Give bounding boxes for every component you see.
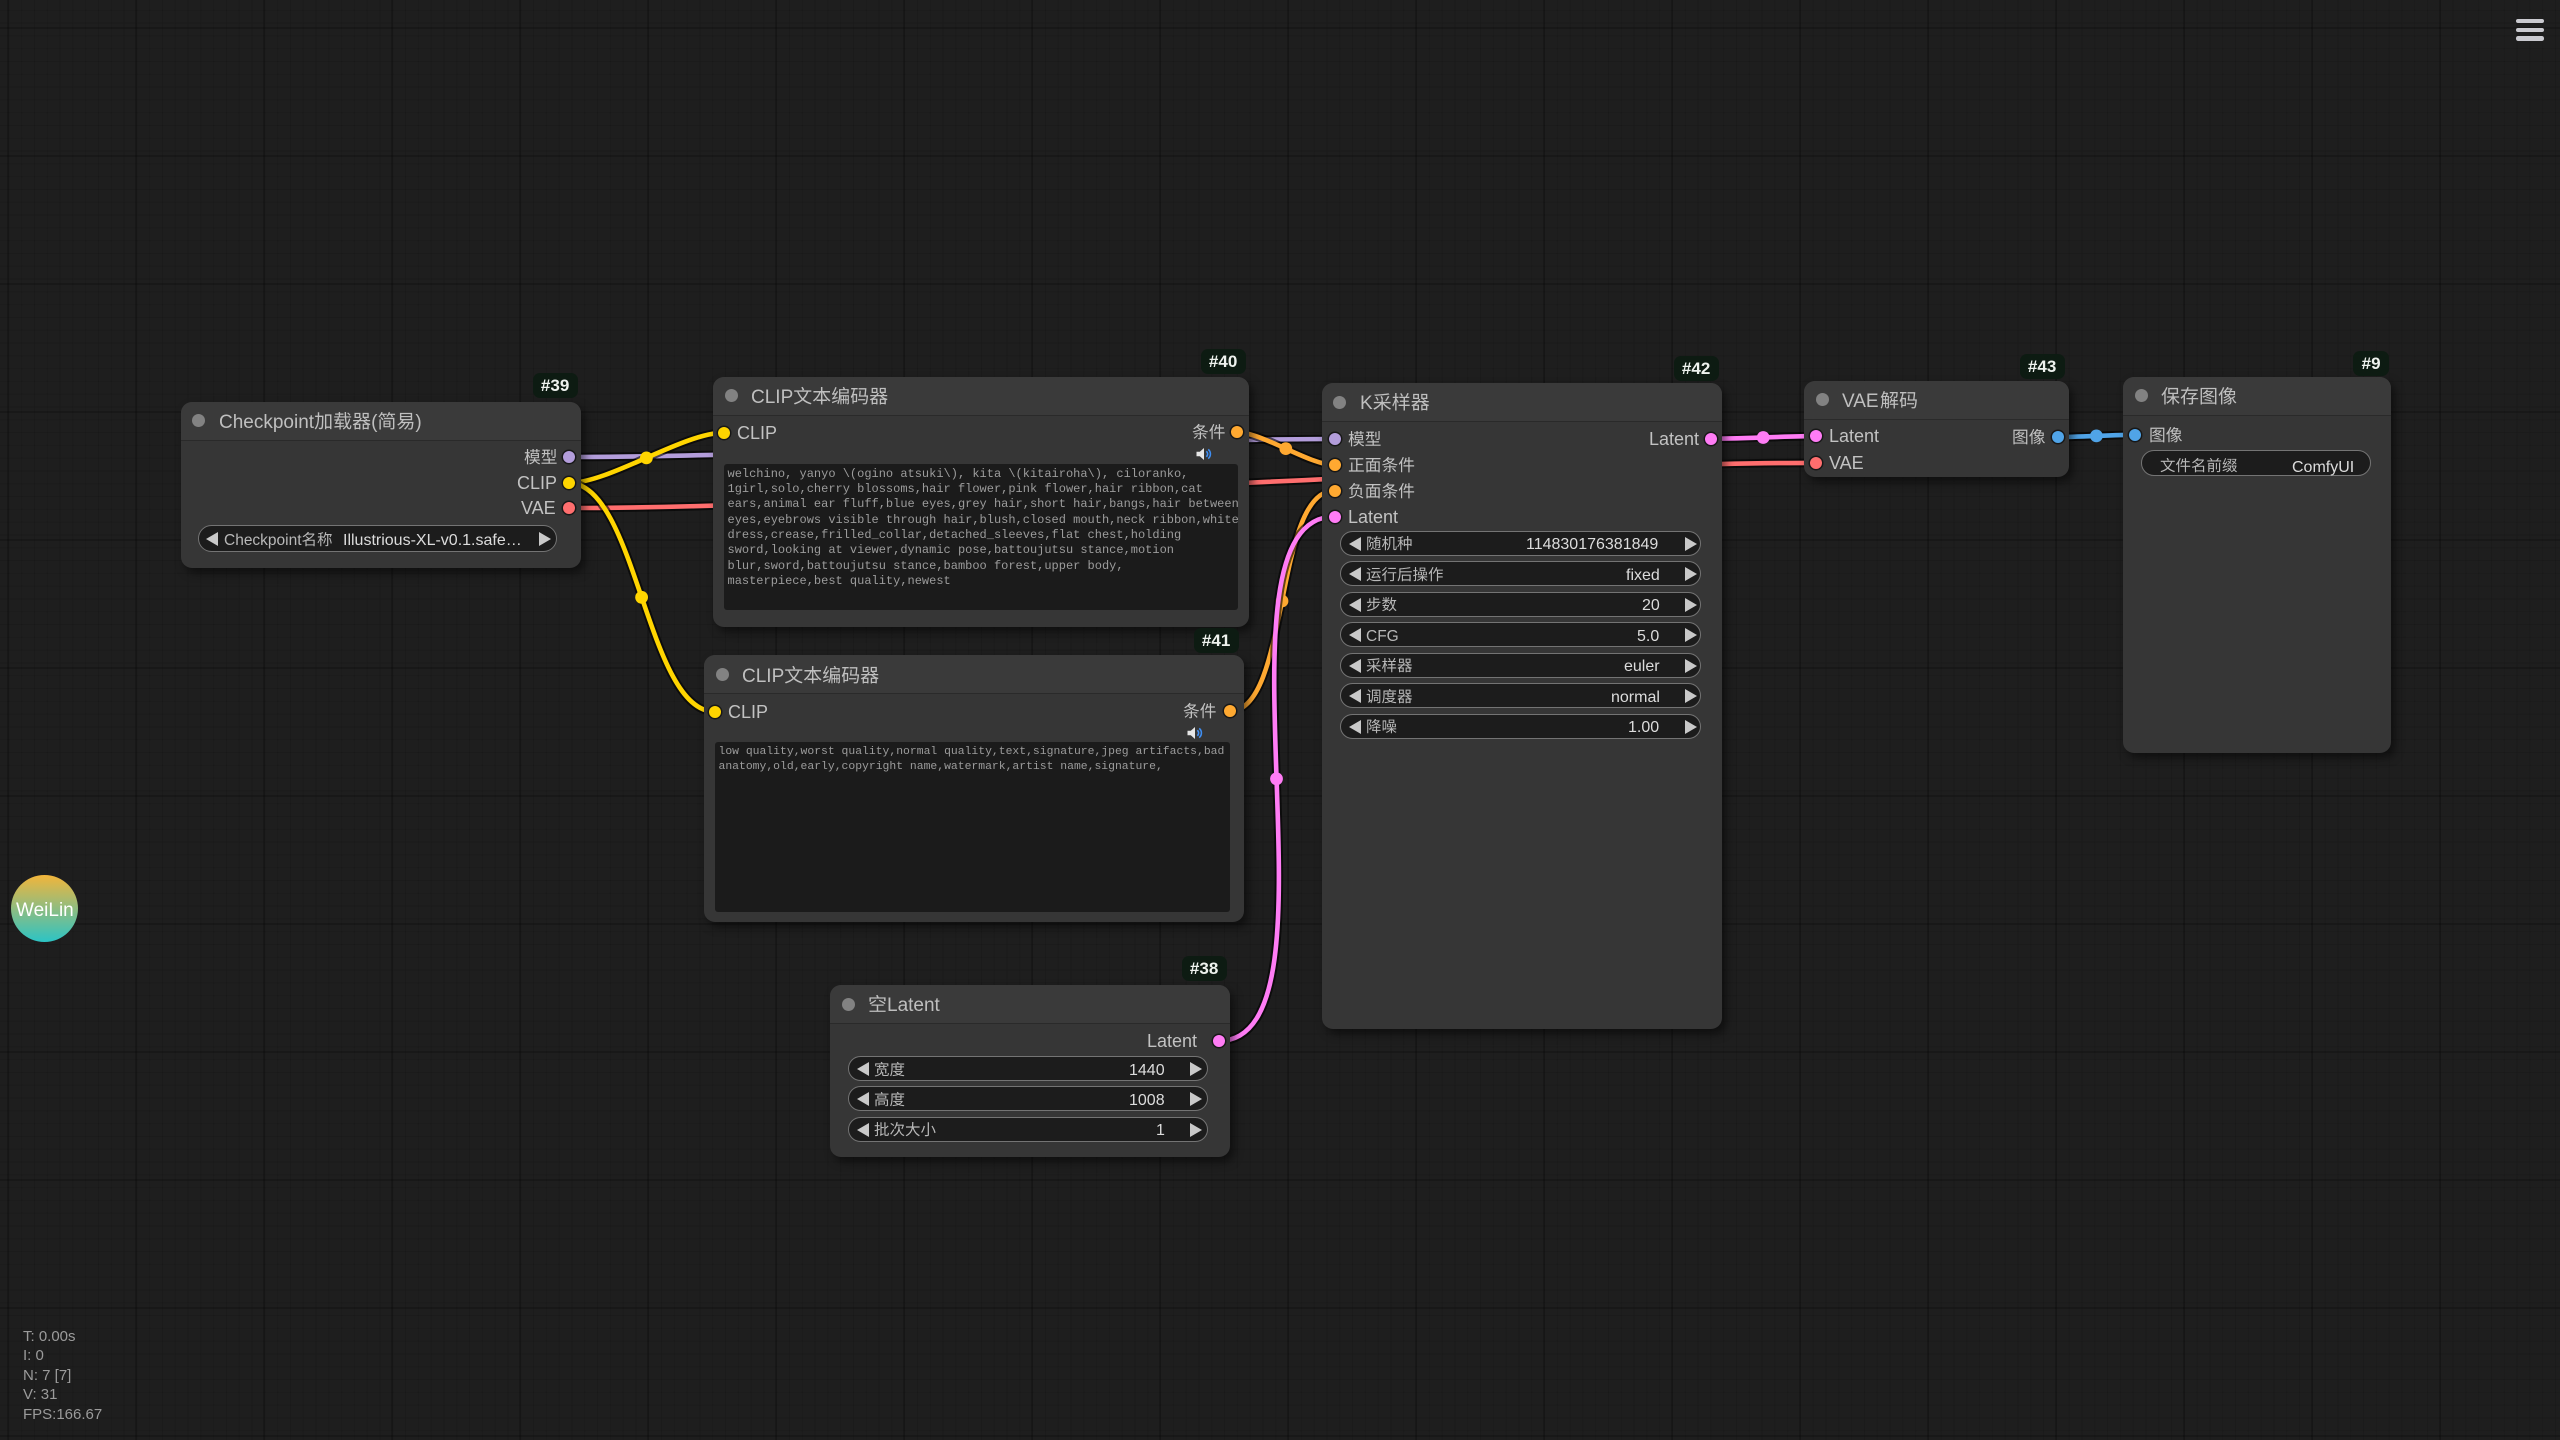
svg-text:1440: 1440: [1129, 1062, 1165, 1079]
svg-text:Latent: Latent: [1348, 507, 1398, 527]
svg-text:Latent: Latent: [1147, 1031, 1197, 1051]
svg-text:CFG: CFG: [1366, 628, 1399, 645]
svg-text:WeiLin: WeiLin: [16, 900, 74, 921]
svg-text:N: 7 [7]: N: 7 [7]: [23, 1367, 71, 1384]
svg-text:Checkpoint: Checkpoint: [219, 412, 315, 433]
svg-text:1.00: 1.00: [1628, 719, 1659, 736]
svg-text:): ): [415, 412, 421, 433]
svg-text:5.0: 5.0: [1637, 628, 1659, 645]
svg-text:CLIP: CLIP: [517, 473, 557, 493]
svg-text:euler: euler: [1624, 658, 1660, 675]
svg-text:VAE: VAE: [521, 498, 556, 518]
svg-text:Latent: Latent: [887, 995, 941, 1016]
svg-text:K: K: [1360, 393, 1373, 414]
svg-text:Illustrious-XL-v0.1.safe…: Illustrious-XL-v0.1.safe…: [343, 532, 522, 549]
svg-text:normal: normal: [1611, 689, 1660, 706]
svg-text:ComfyUI: ComfyUI: [2292, 459, 2354, 476]
svg-text:Latent: Latent: [1829, 426, 1879, 446]
svg-text:T: 0.00s: T: 0.00s: [23, 1328, 76, 1345]
svg-text:V: 31: V: 31: [23, 1386, 57, 1403]
svg-text:VAE: VAE: [1842, 391, 1879, 412]
svg-text:20: 20: [1642, 597, 1660, 614]
svg-text:Checkpoint: Checkpoint: [224, 532, 302, 549]
svg-text:FPS:166.67: FPS:166.67: [23, 1406, 102, 1423]
svg-text:1: 1: [1156, 1122, 1165, 1139]
svg-text:CLIP: CLIP: [751, 387, 793, 408]
svg-text:1008: 1008: [1129, 1092, 1165, 1109]
svg-text:CLIP: CLIP: [737, 423, 777, 443]
svg-text:114830176381849: 114830176381849: [1526, 536, 1658, 553]
svg-text:I: 0: I: 0: [23, 1347, 44, 1364]
svg-text:(: (: [371, 412, 378, 433]
svg-text:fixed: fixed: [1626, 567, 1660, 584]
svg-text:Latent: Latent: [1649, 429, 1699, 449]
svg-text:VAE: VAE: [1829, 453, 1864, 473]
svg-text:CLIP: CLIP: [742, 666, 784, 687]
svg-text:CLIP: CLIP: [728, 702, 768, 722]
